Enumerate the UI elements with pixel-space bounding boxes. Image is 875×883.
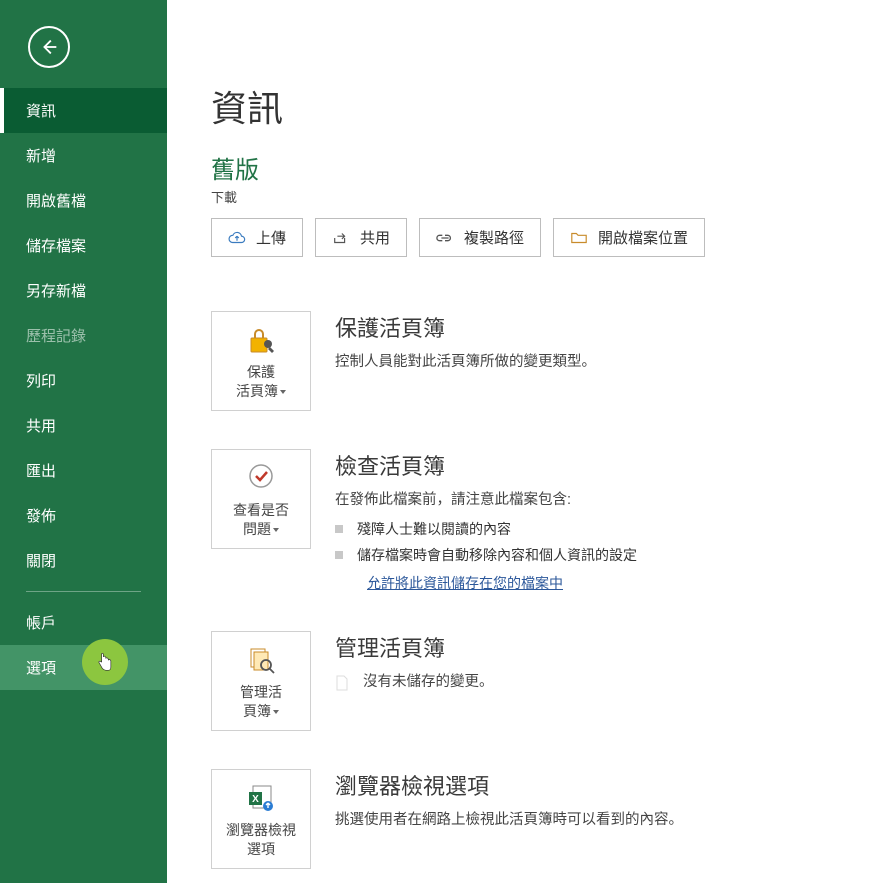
inspect-bullet-1: 殘障人士難以閱讀的內容 <box>335 518 831 540</box>
upload-button[interactable]: 上傳 <box>211 218 303 257</box>
nav-new[interactable]: 新增 <box>0 133 167 178</box>
no-unsaved-changes: 沒有未儲存的變更。 <box>363 671 494 694</box>
open-location-button[interactable]: 開啟檔案位置 <box>553 218 705 257</box>
main-content: 資訊 舊版 下載 上傳 共用 複製路徑 開啟檔案位置 <box>167 0 875 883</box>
share-label: 共用 <box>360 227 390 248</box>
protect-title: 保護活頁簿 <box>335 311 831 343</box>
section-protect: 保護 活頁簿 保護活頁簿 控制人員能對此活頁簿所做的變更類型。 <box>211 311 831 411</box>
nav-publish[interactable]: 發佈 <box>0 493 167 538</box>
nav-info[interactable]: 資訊 <box>0 88 167 133</box>
arrow-left-icon <box>38 36 60 58</box>
nav-print[interactable]: 列印 <box>0 358 167 403</box>
bullet-icon <box>335 525 343 533</box>
page-title: 資訊 <box>211 80 831 132</box>
protect-workbook-tile[interactable]: 保護 活頁簿 <box>211 311 311 411</box>
nav-options-label: 選項 <box>26 660 56 677</box>
folder-icon <box>570 230 588 246</box>
version-label: 舊版 <box>211 150 831 185</box>
inspect-title: 檢查活頁簿 <box>335 449 831 481</box>
cursor-indicator <box>82 639 128 685</box>
share-button[interactable]: 共用 <box>315 218 407 257</box>
nav-options[interactable]: 選項 <box>0 645 167 690</box>
action-row: 上傳 共用 複製路徑 開啟檔案位置 <box>211 218 831 257</box>
document-icon <box>335 676 349 690</box>
protect-desc: 控制人員能對此活頁簿所做的變更類型。 <box>335 351 831 374</box>
protect-tile-label: 保護 活頁簿 <box>236 363 286 401</box>
browser-desc: 挑選使用者在網路上檢視此活頁簿時可以看到的內容。 <box>335 809 831 832</box>
manage-workbook-tile[interactable]: 管理活 頁簿 <box>211 631 311 731</box>
excel-browser-icon: X <box>244 781 278 815</box>
inspect-bullet-2: 儲存檔案時會自動移除內容和個人資訊的設定 <box>335 544 831 566</box>
pointer-cursor-icon <box>96 652 114 672</box>
section-manage: 管理活 頁簿 管理活頁簿 沒有未儲存的變更。 <box>211 631 831 731</box>
svg-text:X: X <box>252 794 259 805</box>
nav-save[interactable]: 儲存檔案 <box>0 223 167 268</box>
manage-title: 管理活頁簿 <box>335 631 831 663</box>
copy-path-label: 複製路徑 <box>464 227 524 248</box>
share-icon <box>332 230 350 246</box>
upload-label: 上傳 <box>256 227 286 248</box>
nav-save-as[interactable]: 另存新檔 <box>0 268 167 313</box>
check-issues-tile[interactable]: 查看是否 問題 <box>211 449 311 549</box>
browser-title: 瀏覽器檢視選項 <box>335 769 831 801</box>
nav-open[interactable]: 開啟舊檔 <box>0 178 167 223</box>
cloud-upload-icon <box>228 230 246 246</box>
backstage-sidebar: 資訊 新增 開啟舊檔 儲存檔案 另存新檔 歷程記錄 列印 共用 匯出 發佈 關閉… <box>0 0 167 883</box>
inspect-tile-label: 查看是否 問題 <box>233 501 289 539</box>
allow-save-info-link[interactable]: 允許將此資訊儲存在您的檔案中 <box>367 573 563 593</box>
open-location-label: 開啟檔案位置 <box>598 227 688 248</box>
browser-tile-label: 瀏覽器檢視 選項 <box>226 821 296 859</box>
nav-divider <box>26 591 141 592</box>
bullet-icon <box>335 551 343 559</box>
copy-path-button[interactable]: 複製路徑 <box>419 218 541 257</box>
nav-history: 歷程記錄 <box>0 313 167 358</box>
back-button[interactable] <box>28 26 70 68</box>
checklist-icon <box>244 461 278 495</box>
lock-key-icon <box>244 323 278 357</box>
nav-share[interactable]: 共用 <box>0 403 167 448</box>
nav-account[interactable]: 帳戶 <box>0 600 167 645</box>
section-inspect: 查看是否 問題 檢查活頁簿 在發佈此檔案前，請注意此檔案包含: 殘障人士難以閱讀… <box>211 449 831 593</box>
browser-view-tile[interactable]: X 瀏覽器檢視 選項 <box>211 769 311 869</box>
manage-tile-label: 管理活 頁簿 <box>240 683 282 721</box>
inspect-intro: 在發佈此檔案前，請注意此檔案包含: <box>335 489 831 512</box>
download-link[interactable]: 下載 <box>211 187 831 206</box>
section-browser-view: X 瀏覽器檢視 選項 瀏覽器檢視選項 挑選使用者在網路上檢視此活頁簿時可以看到的… <box>211 769 831 869</box>
nav-export[interactable]: 匯出 <box>0 448 167 493</box>
link-icon <box>436 230 454 246</box>
documents-search-icon <box>244 643 278 677</box>
nav-close[interactable]: 關閉 <box>0 538 167 583</box>
